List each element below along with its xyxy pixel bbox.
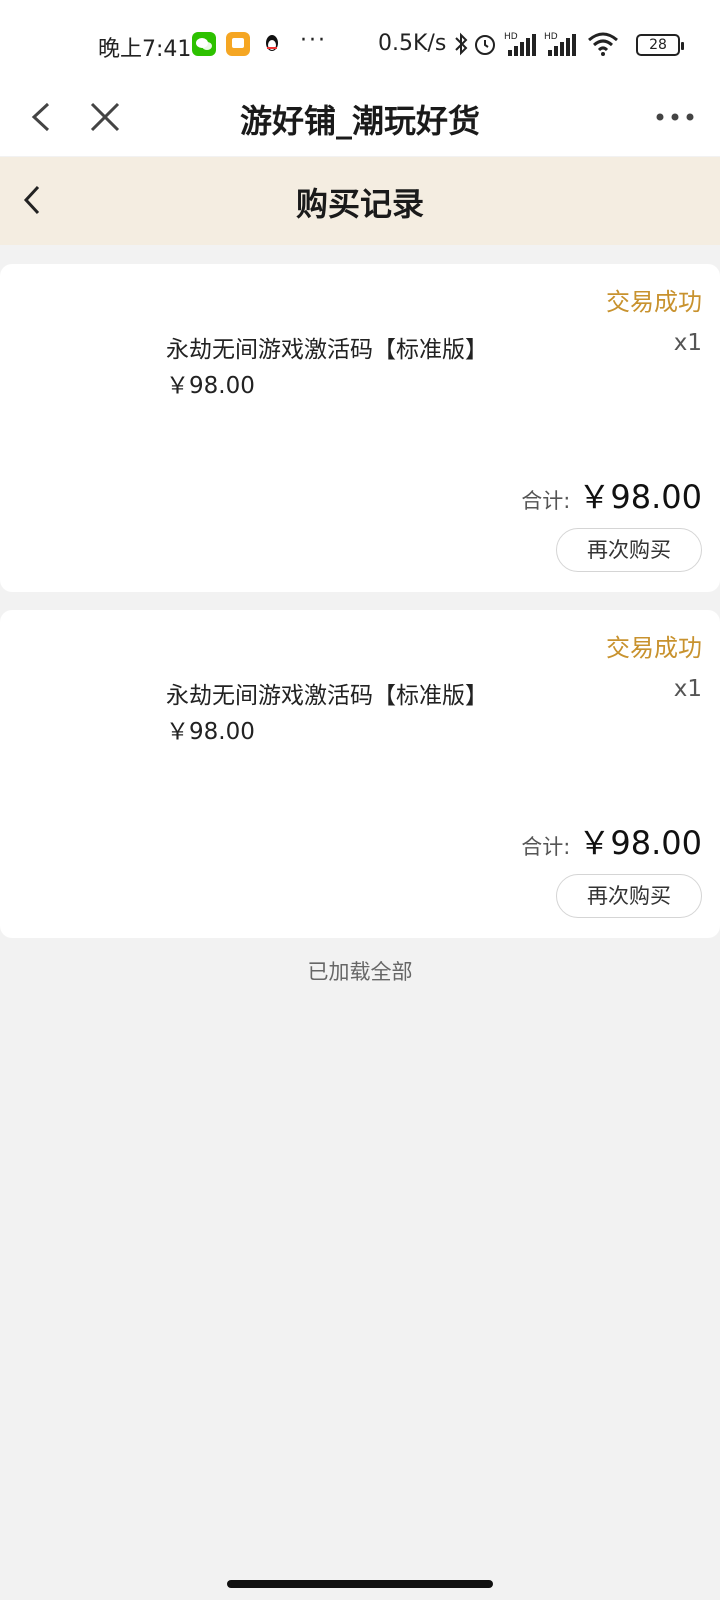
product-quantity: x1 bbox=[673, 676, 702, 702]
total-label: 合计: bbox=[521, 835, 571, 859]
rebuy-button[interactable]: 再次购买 bbox=[556, 528, 702, 572]
product-price: ￥98.00 bbox=[166, 719, 255, 745]
signal-hd-icon-2: HD bbox=[544, 30, 578, 62]
title-bar: 游好铺_潮玩好货 bbox=[0, 80, 720, 156]
network-speed: 0.5K/s bbox=[378, 31, 447, 56]
alarm-icon bbox=[472, 30, 498, 62]
order-total: 合计: ￥98.00 bbox=[521, 472, 702, 518]
total-value: ￥98.00 bbox=[578, 824, 702, 862]
wifi-icon bbox=[586, 30, 620, 62]
order-card[interactable]: 交易成功 永劫无间游戏激活码【标准版】 x1 ￥98.00 合计: ￥98.00… bbox=[0, 264, 720, 592]
product-price: ￥98.00 bbox=[166, 373, 255, 399]
battery-icon: 28 bbox=[636, 34, 684, 56]
order-status: 交易成功 bbox=[606, 634, 702, 662]
total-label: 合计: bbox=[521, 489, 571, 513]
order-total: 合计: ￥98.00 bbox=[521, 818, 702, 864]
qq-icon bbox=[260, 32, 284, 56]
home-indicator[interactable] bbox=[227, 1580, 493, 1588]
svg-text:HD: HD bbox=[504, 32, 518, 42]
all-loaded-text: 已加载全部 bbox=[307, 960, 413, 984]
svg-text:HD: HD bbox=[544, 32, 558, 42]
rebuy-button[interactable]: 再次购买 bbox=[556, 874, 702, 918]
status-bar: 晚上7:41 ··· 0.5K/s HD HD 28 bbox=[0, 0, 720, 90]
product-name[interactable]: 永劫无间游戏激活码【标准版】 bbox=[166, 330, 488, 364]
total-value: ￥98.00 bbox=[578, 478, 702, 516]
wechat-icon bbox=[192, 32, 216, 56]
page-header: 购买记录 bbox=[0, 157, 720, 245]
message-app-icon bbox=[226, 32, 250, 56]
status-more-icon: ··· bbox=[300, 28, 327, 53]
page: 晚上7:41 ··· 0.5K/s HD HD 28 游好铺_潮玩好货 购买记录… bbox=[0, 0, 720, 1600]
more-options-icon[interactable] bbox=[650, 92, 700, 142]
order-status: 交易成功 bbox=[606, 288, 702, 316]
product-image[interactable] bbox=[22, 672, 150, 800]
mini-program-title: 游好铺_潮玩好货 bbox=[239, 102, 480, 140]
product-image[interactable] bbox=[22, 326, 150, 454]
bluetooth-icon bbox=[452, 30, 470, 62]
order-card[interactable]: 交易成功 永劫无间游戏激活码【标准版】 x1 ￥98.00 合计: ￥98.00… bbox=[0, 610, 720, 938]
status-time: 晚上7:41 bbox=[98, 37, 192, 62]
product-quantity: x1 bbox=[673, 330, 702, 356]
product-name[interactable]: 永劫无间游戏激活码【标准版】 bbox=[166, 676, 488, 710]
signal-hd-icon-1: HD bbox=[504, 30, 538, 62]
page-title: 购买记录 bbox=[295, 185, 424, 223]
